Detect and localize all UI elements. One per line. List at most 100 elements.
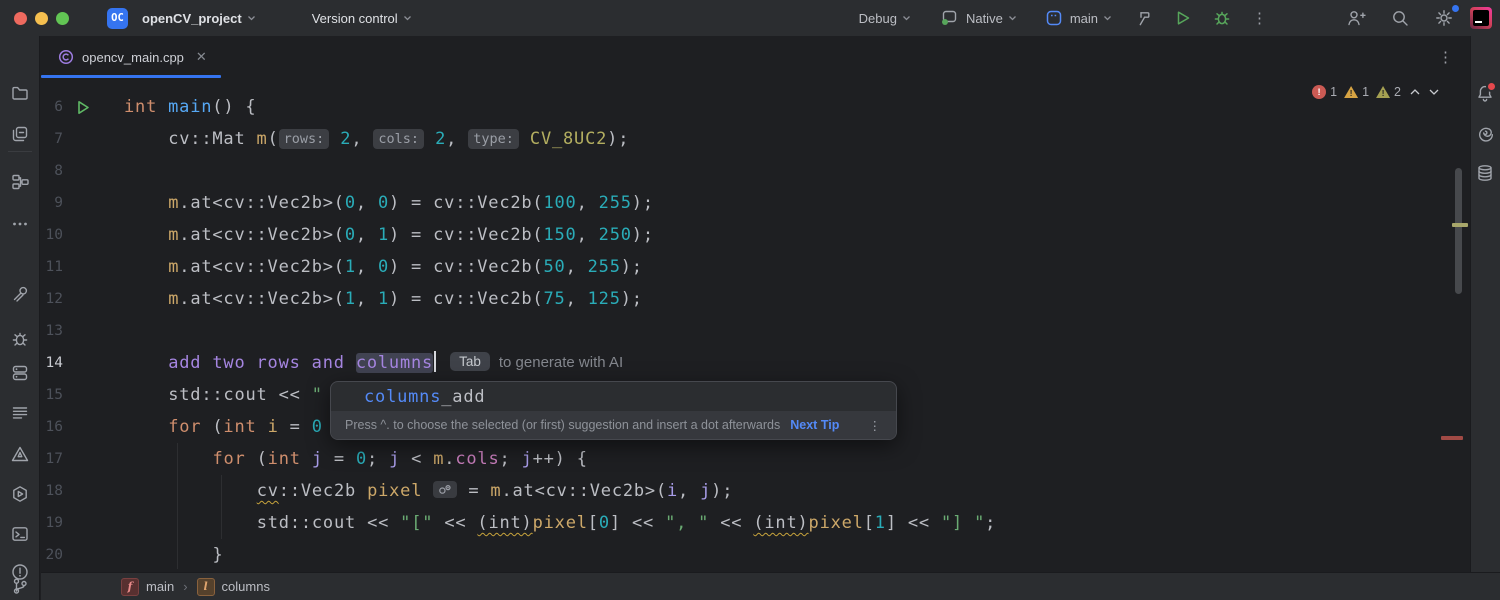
debug-button[interactable]	[1206, 4, 1238, 32]
line-number[interactable]: 6	[41, 99, 63, 115]
code-text[interactable]: int main() {	[109, 91, 256, 123]
minimize-window-button[interactable]	[35, 12, 48, 25]
close-window-button[interactable]	[14, 12, 27, 25]
line-number[interactable]: 20	[41, 547, 63, 563]
code-line[interactable]: 13	[41, 315, 1470, 347]
search-icon	[1390, 8, 1410, 28]
code-text[interactable]: m.at<cv::Vec2b>(0, 0) = cv::Vec2b(100, 2…	[109, 187, 654, 219]
inspections-widget[interactable]: ! 1 ! 1 ! 2	[1306, 83, 1445, 101]
strip-divider	[8, 151, 32, 152]
line-number[interactable]: 11	[41, 259, 63, 275]
terminal-icon[interactable]	[10, 524, 30, 544]
line-number[interactable]: 17	[41, 451, 63, 467]
settings-notification-dot	[1450, 3, 1461, 14]
line-number[interactable]: 10	[41, 227, 63, 243]
code-text[interactable]: std::cout << "[" << (int)pixel[0] << ", …	[109, 507, 996, 539]
code-text[interactable]: std::cout << "	[109, 379, 323, 411]
close-tab-icon[interactable]: ✕	[196, 49, 207, 65]
code-line[interactable]: 14 add two rows and columnsTabto generate…	[41, 347, 1470, 379]
completion-popup: columns_add Press ^. to choose the selec…	[330, 381, 897, 440]
build-button[interactable]	[1128, 4, 1160, 32]
scrollbar-warning-mark[interactable]	[1452, 223, 1468, 227]
next-tip-link[interactable]: Next Tip	[790, 418, 839, 432]
line-number[interactable]: 19	[41, 515, 63, 531]
popup-more-icon[interactable]: ⋮	[869, 418, 883, 433]
code-line[interactable]: 8	[41, 155, 1470, 187]
inspections-icon[interactable]	[10, 444, 30, 464]
search-everywhere-button[interactable]	[1384, 4, 1416, 32]
line-number[interactable]: 18	[41, 483, 63, 499]
scrollbar-thumb[interactable]	[1455, 168, 1462, 294]
target-selector[interactable]: Native	[933, 4, 1023, 32]
warning-count: 1	[1362, 85, 1369, 99]
code-text[interactable]: cv::Vec2b pixel = m.at<cv::Vec2b>(i, j);	[109, 475, 733, 507]
tab-options-icon[interactable]: ⋮	[1438, 48, 1454, 66]
copy-squares-icon[interactable]	[10, 124, 30, 144]
code-text[interactable]: for (int j = 0; j < m.cols; j++) {	[109, 443, 588, 475]
zoom-window-button[interactable]	[56, 12, 69, 25]
tab-opencv-main-cpp[interactable]: opencv_main.cpp ✕	[41, 36, 221, 78]
debug-bug-icon	[1212, 8, 1232, 28]
line-number[interactable]: 14	[41, 355, 63, 371]
code-line[interactable]: 20}	[41, 539, 1470, 571]
run-configuration-selector[interactable]: main	[1039, 5, 1118, 31]
git-icon[interactable]	[10, 576, 30, 596]
completion-suggestion[interactable]: columns_add	[331, 382, 896, 411]
line-number[interactable]: 7	[41, 131, 63, 147]
code-with-me-button[interactable]	[1339, 4, 1372, 32]
code-text[interactable]: m.at<cv::Vec2b>(0, 1) = cv::Vec2b(150, 2…	[109, 219, 654, 251]
function-icon: f	[121, 578, 139, 596]
previous-highlight-icon[interactable]	[1410, 89, 1420, 95]
line-number[interactable]: 8	[41, 163, 63, 179]
line-number[interactable]: 16	[41, 419, 63, 435]
code-text[interactable]: for (int i = 0	[109, 411, 323, 443]
breadcrumb-variable[interactable]: l columns	[197, 578, 270, 596]
pliers-icon[interactable]	[10, 284, 30, 304]
line-number[interactable]: 12	[41, 291, 63, 307]
line-number[interactable]: 15	[41, 387, 63, 403]
todo-icon[interactable]	[10, 403, 30, 423]
debug-mode-selector[interactable]: Debug	[853, 7, 917, 30]
breadcrumb-separator: ›	[183, 579, 187, 594]
code-text[interactable]: m.at<cv::Vec2b>(1, 0) = cv::Vec2b(50, 25…	[109, 251, 643, 283]
weak-warning-triangle-icon: !	[1376, 86, 1390, 98]
database-icon[interactable]	[1475, 163, 1495, 183]
code-line[interactable]: 7 cv::Mat m(rows: 2, cols: 2, type: CV_8U…	[41, 123, 1470, 155]
breadcrumb-function[interactable]: f main	[121, 578, 174, 596]
more-horizontal-icon[interactable]	[10, 214, 30, 234]
code-text[interactable]: add two rows and columnsTabto generate w…	[109, 347, 623, 379]
next-highlight-icon[interactable]	[1429, 89, 1439, 95]
notifications-bell-icon[interactable]	[1475, 83, 1495, 103]
code-line[interactable]: 19 std::cout << "[" << (int)pixel[0] << "…	[41, 507, 1470, 539]
suggestion-match-text: columns	[364, 387, 441, 407]
run-button[interactable]	[1168, 5, 1198, 31]
project-folder-icon[interactable]	[10, 83, 30, 103]
version-control-menu[interactable]: Version control	[298, 7, 418, 30]
right-tool-strip	[1470, 36, 1500, 600]
code-text[interactable]: m.at<cv::Vec2b>(1, 1) = cv::Vec2b(75, 12…	[109, 283, 643, 315]
code-line[interactable]: 6 int main() {	[41, 91, 1470, 123]
more-actions-button[interactable]: ⋮	[1246, 5, 1273, 31]
code-line[interactable]: 11 m.at<cv::Vec2b>(1, 0) = cv::Vec2b(50, …	[41, 251, 1470, 283]
code-line[interactable]: 18 cv::Vec2b pixel = m.at<cv::Vec2b>(i, j…	[41, 475, 1470, 507]
code-editor[interactable]: 6 int main() {7 cv::Mat m(rows: 2, cols: 2…	[41, 78, 1470, 572]
ai-assistant-icon[interactable]	[1475, 122, 1495, 142]
settings-button[interactable]	[1428, 4, 1460, 32]
project-menu[interactable]: openCV_project	[128, 7, 262, 30]
code-line[interactable]: 17 for (int j = 0; j < m.cols; j++) {	[41, 443, 1470, 475]
line-number[interactable]: 9	[41, 195, 63, 211]
structure-icon[interactable]	[10, 172, 30, 192]
code-text[interactable]: }	[109, 539, 224, 571]
code-line[interactable]: 12 m.at<cv::Vec2b>(1, 1) = cv::Vec2b(75, …	[41, 283, 1470, 315]
code-line[interactable]: 10 m.at<cv::Vec2b>(0, 1) = cv::Vec2b(150,…	[41, 219, 1470, 251]
code-line[interactable]: 9 m.at<cv::Vec2b>(0, 0) = cv::Vec2b(100, …	[41, 187, 1470, 219]
ide-app-icon[interactable]	[1470, 7, 1492, 29]
run-line-icon[interactable]	[63, 100, 109, 115]
services-icon[interactable]	[10, 484, 30, 504]
code-text[interactable]: cv::Mat m(rows: 2, cols: 2, type: CV_8UC…	[109, 123, 629, 155]
servers-icon[interactable]	[10, 363, 30, 383]
scrollbar-error-mark[interactable]	[1441, 436, 1463, 440]
line-number[interactable]: 13	[41, 323, 63, 339]
debug-tool-icon[interactable]	[10, 329, 30, 349]
more-vertical-icon: ⋮	[1252, 9, 1267, 27]
